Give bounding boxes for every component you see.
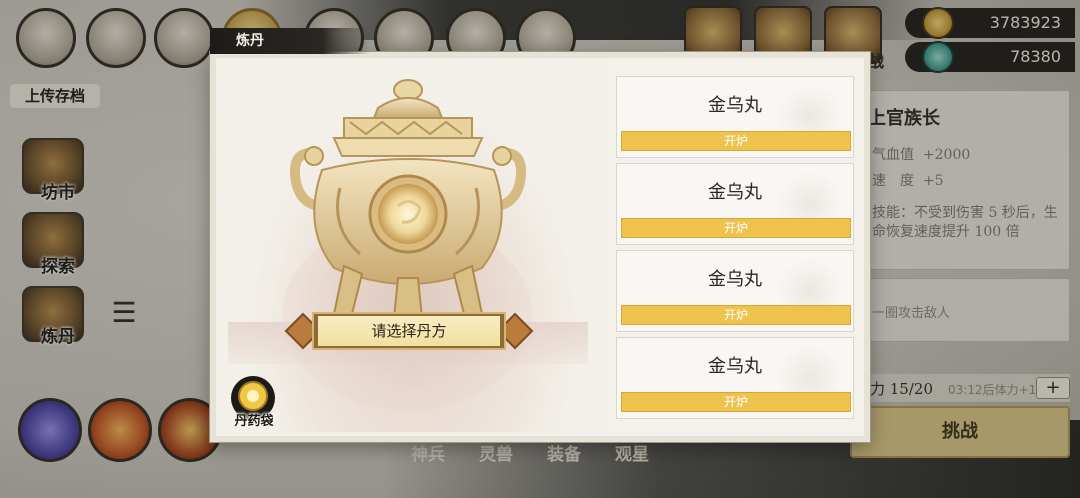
recipe-card[interactable]: 金乌丸 开炉 [616,76,854,158]
modal-title-tab: 炼丹 [210,28,370,54]
open-furnace-button[interactable]: 开炉 [621,305,851,325]
recipe-card[interactable]: 金乌丸 开炉 [616,250,854,332]
recipe-name: 金乌丸 [708,356,762,377]
select-recipe-label: 请选择丹方 [318,316,500,346]
recipe-name: 金乌丸 [708,182,762,203]
recipe-card[interactable]: 金乌丸 开炉 [616,163,854,245]
open-furnace-button[interactable]: 开炉 [621,131,851,151]
pill-bag-label[interactable]: 丹药袋 [226,410,282,429]
alchemy-cauldron-icon[interactable] [270,78,546,338]
recipe-name: 金乌丸 [708,269,762,290]
open-furnace-button[interactable]: 开炉 [621,218,851,238]
open-furnace-button[interactable]: 开炉 [621,392,851,412]
recipe-name: 金乌丸 [708,95,762,116]
recipe-card[interactable]: 金乌丸 开炉 [616,337,854,419]
select-recipe-button[interactable]: 请选择丹方 [284,310,534,352]
